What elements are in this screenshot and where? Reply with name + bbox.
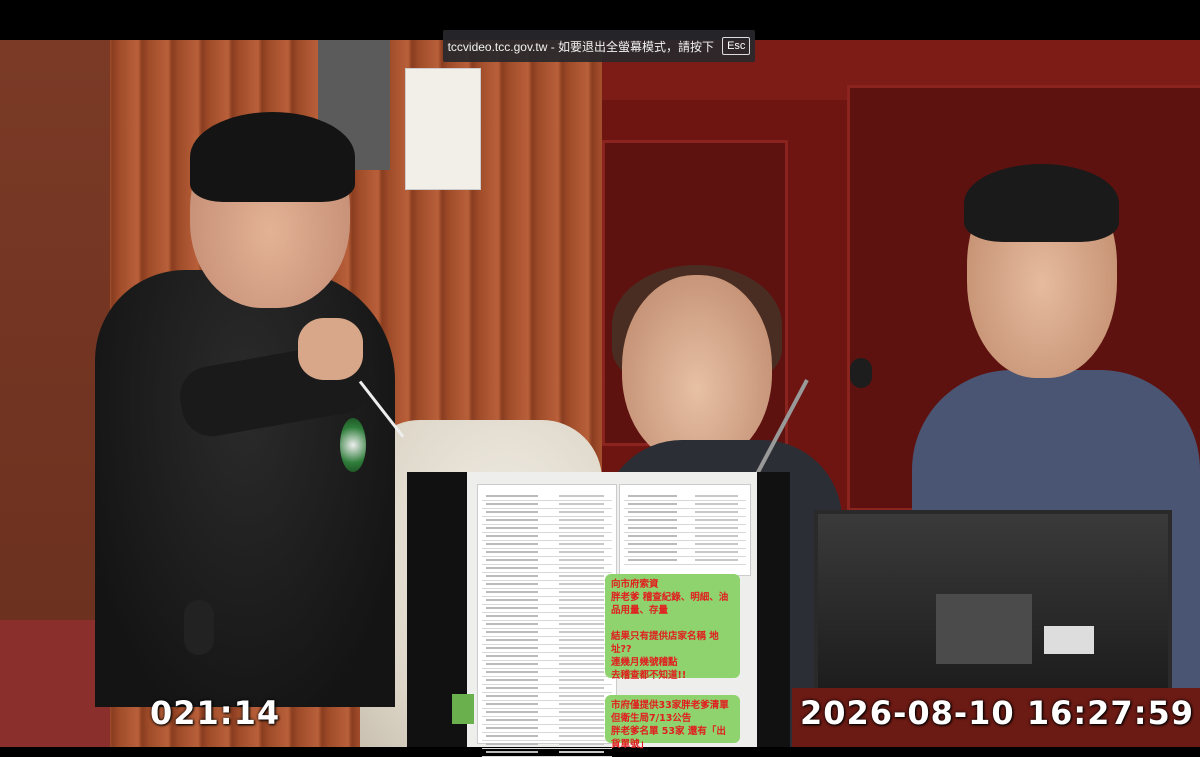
table-row (482, 581, 612, 589)
datestamp: 2026-08-10 16:27:59 (800, 694, 1195, 732)
table-row (482, 701, 612, 709)
table-row (624, 525, 746, 533)
table-row (624, 549, 746, 557)
table-row (482, 693, 612, 701)
table-row (482, 493, 612, 501)
chat-bubble-list: 市府僅提供33家胖老爹清單 但衛生局7/13公告胖老爹名單 53家 還有「出貨單號… (605, 695, 740, 750)
table-row (482, 557, 612, 565)
table-row (624, 509, 746, 517)
table-row (482, 501, 612, 509)
table-row (482, 517, 612, 525)
table-row (482, 509, 612, 517)
table-row (624, 557, 746, 565)
monitor-tag (1044, 626, 1094, 654)
timecode: 021:14 (150, 694, 281, 732)
jacket-patch (340, 418, 366, 472)
bubble-line: 結果只有提供店家名稱 地址?? (611, 631, 719, 655)
speaker-hair (190, 112, 355, 202)
bubble-line: 胖老爹名單 53家 還有「出貨單號」 (611, 726, 726, 750)
table-row (482, 725, 612, 733)
fullscreen-notice-text: tccvideo.tcc.gov.tw - 如要退出全螢幕模式，請按下 (447, 39, 715, 54)
table-row (482, 525, 612, 533)
table-row (482, 645, 612, 653)
table-row (482, 589, 612, 597)
table-row (482, 653, 612, 661)
table-row (624, 533, 746, 541)
table-row (482, 685, 612, 693)
table-row (624, 517, 746, 525)
microphone-icon (184, 600, 214, 655)
chat-bubble-request: 向市府索資胖老爹 稽查紀錄、明細、油品用量、存量 結果只有提供店家名稱 地址??… (605, 574, 740, 681)
esc-key[interactable]: Esc (722, 37, 751, 55)
table-row (482, 629, 612, 637)
table-row (482, 549, 612, 557)
wall-poster (405, 68, 481, 190)
bubble-line: 向市府索資 (611, 579, 659, 590)
bubble-line: 但衛生局7/13公告 (611, 713, 692, 724)
table-row (482, 637, 612, 645)
bubble-line: 市府僅提供33家胖老爹清單 (611, 700, 729, 711)
table-row (482, 573, 612, 581)
speaker-hand (298, 318, 363, 380)
table-row (624, 541, 746, 549)
bubble-line: 胖老爹 稽查紀錄、明細、油品用量、存量 (611, 592, 729, 616)
monitor-mount (936, 594, 1032, 664)
table-row (624, 501, 746, 509)
table-row (624, 493, 746, 501)
table-row (482, 605, 612, 613)
table-row (482, 677, 612, 685)
official-woman-head (622, 275, 772, 465)
microphone-icon (850, 358, 872, 388)
green-tab (452, 694, 474, 724)
table-row (482, 709, 612, 717)
table-row (482, 733, 612, 741)
official-man-hair (964, 164, 1119, 242)
table-row (482, 613, 612, 621)
bubble-line (611, 617, 734, 630)
table-row (482, 597, 612, 605)
table-row (482, 661, 612, 669)
bubble-line: 連幾月幾號稽點 (611, 657, 678, 668)
bubble-line: 去稽查都不知道!! (611, 670, 687, 681)
table-left (477, 484, 617, 757)
table-row (482, 741, 612, 749)
table-row (482, 749, 612, 757)
table-row (482, 669, 612, 677)
table-row (482, 565, 612, 573)
table-row (482, 533, 612, 541)
table-row (482, 621, 612, 629)
red-floor (0, 620, 110, 747)
desk-monitor (814, 510, 1172, 698)
table-row (482, 717, 612, 725)
fullscreen-notice: tccvideo.tcc.gov.tw - 如要退出全螢幕模式，請按下 Esc (443, 30, 755, 62)
table-right (619, 484, 751, 576)
table-row (482, 541, 612, 549)
inset-document: 向市府索資胖老爹 稽查紀錄、明細、油品用量、存量 結果只有提供店家名稱 地址??… (407, 472, 790, 757)
